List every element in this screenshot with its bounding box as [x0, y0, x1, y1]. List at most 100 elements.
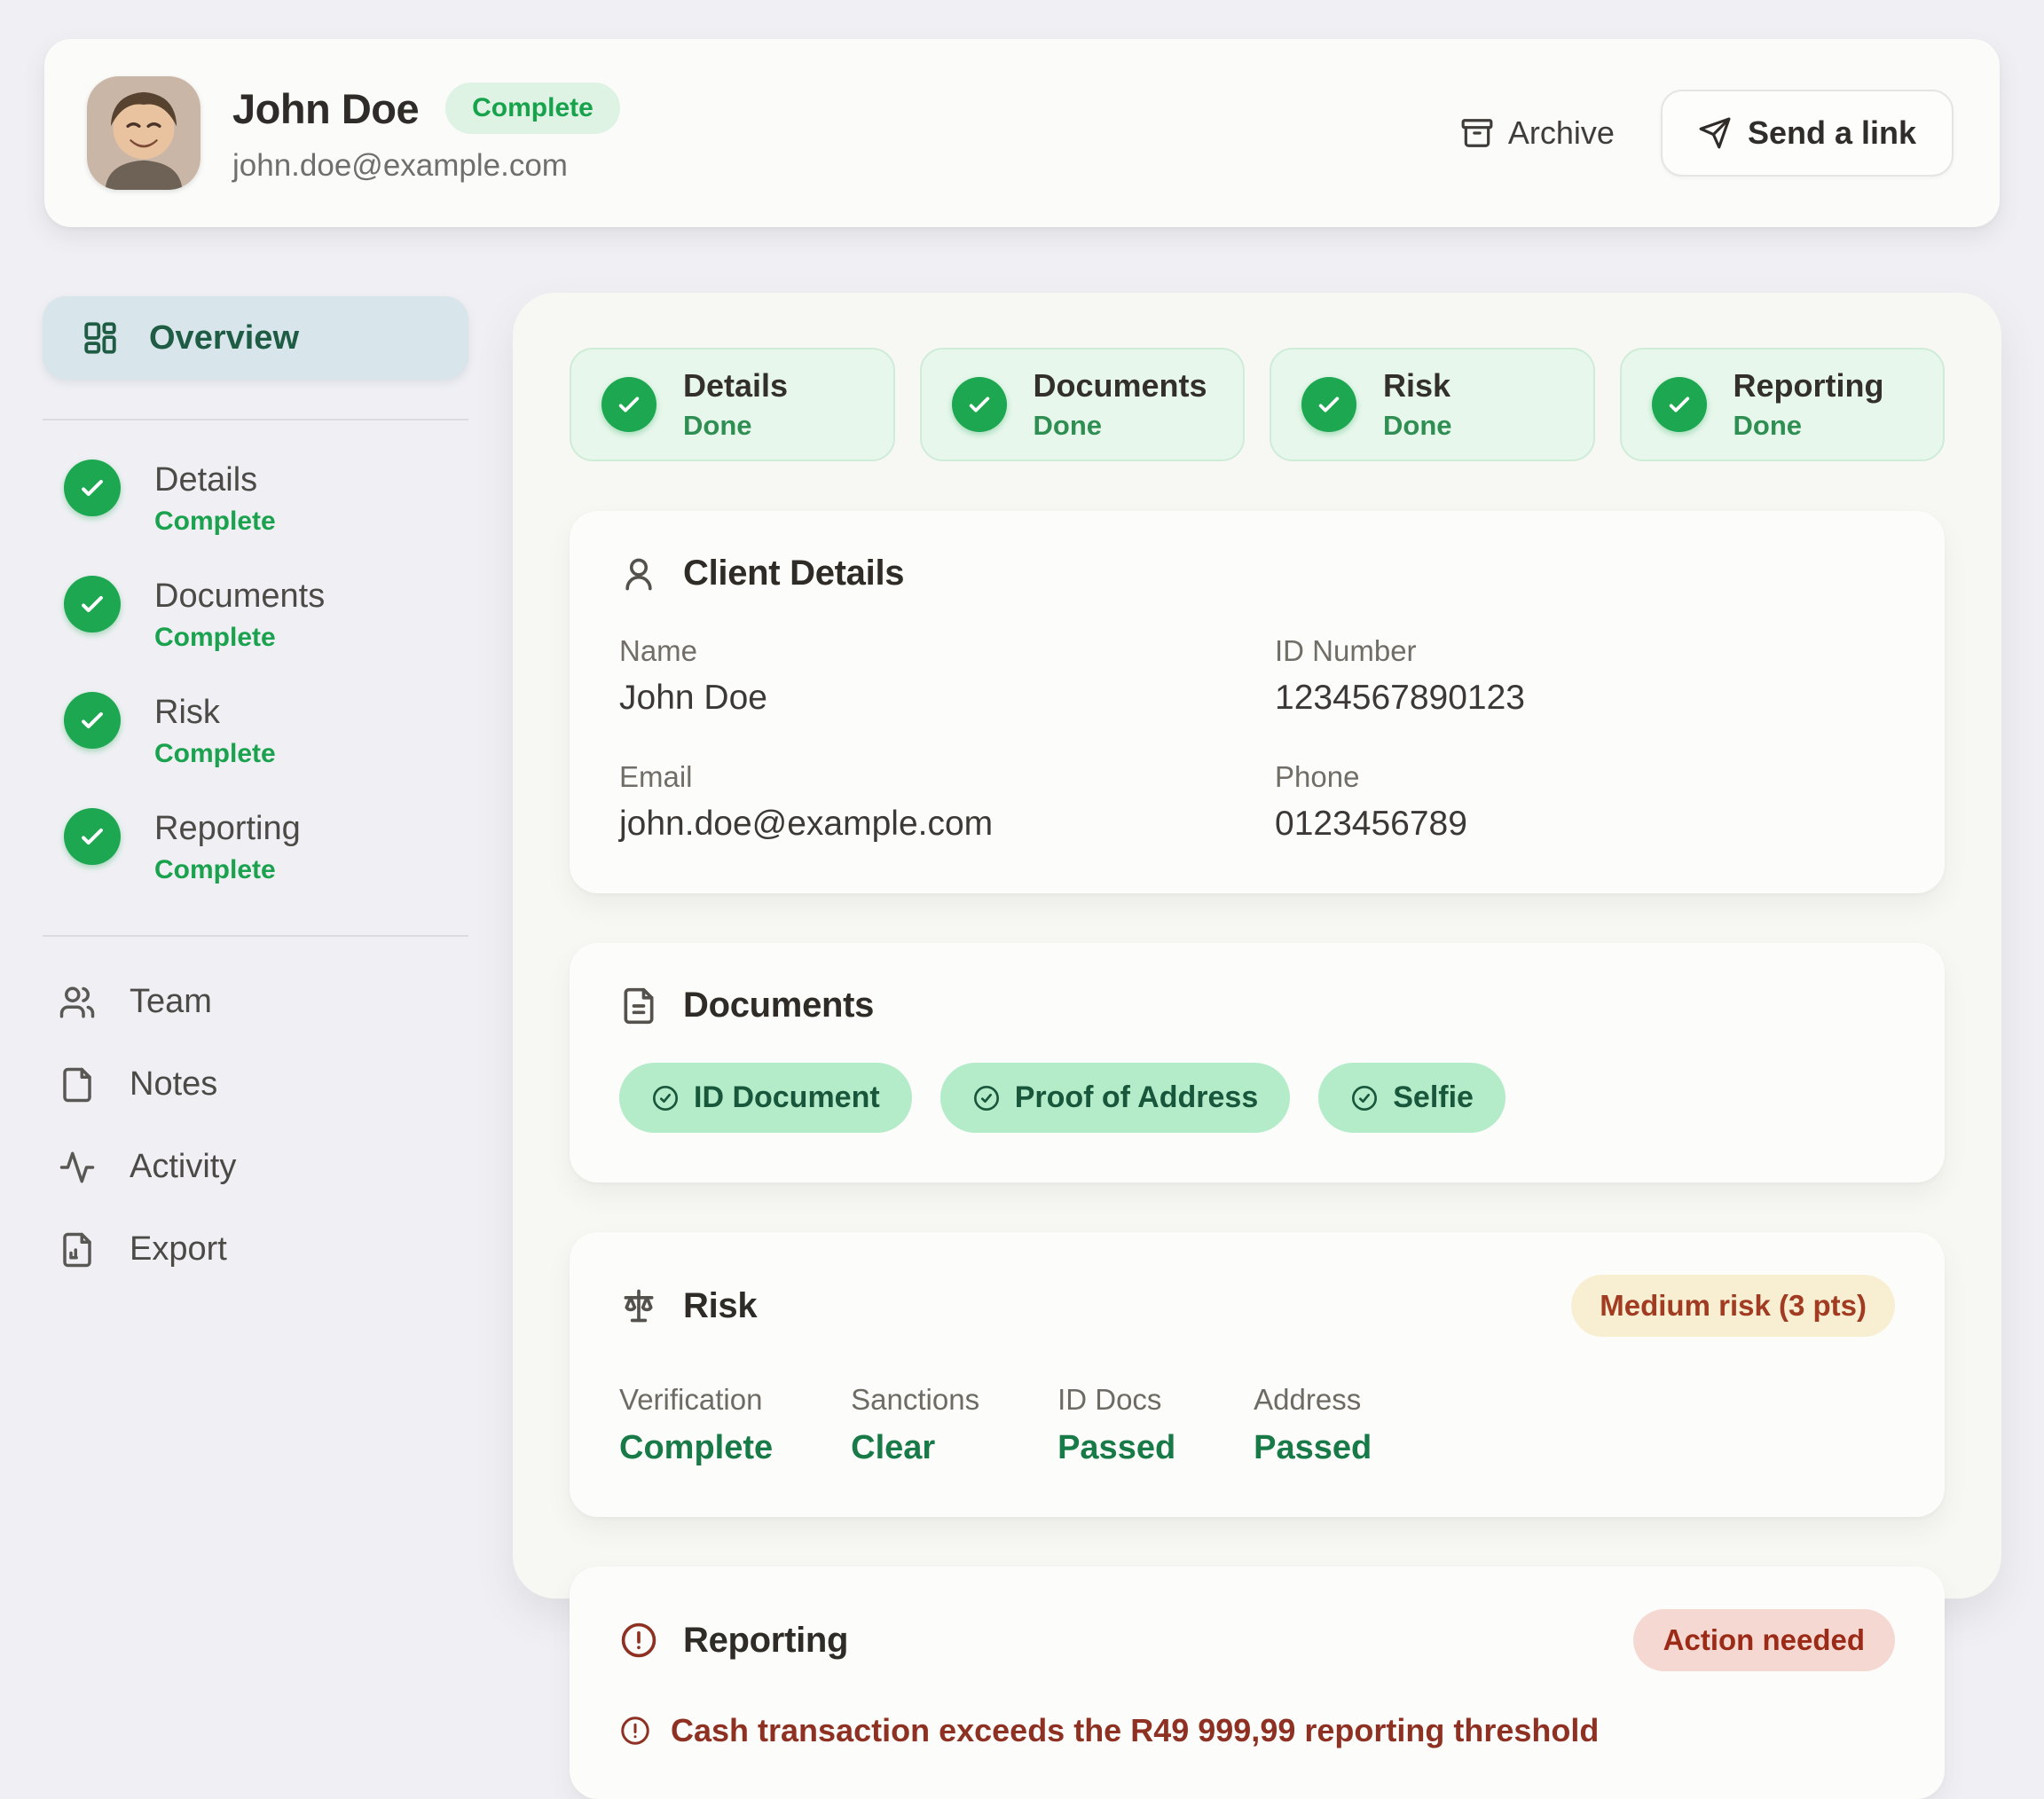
field-label: Phone	[1275, 760, 1895, 794]
metric-label: Sanctions	[851, 1383, 979, 1417]
status-card-title: Documents	[1034, 367, 1207, 405]
document-pill-label: ID Document	[694, 1080, 880, 1115]
status-card-details[interactable]: Details Done	[570, 348, 895, 461]
action-needed-badge: Action needed	[1633, 1609, 1895, 1671]
check-circle-icon	[1301, 377, 1356, 432]
field-name: Name John Doe	[619, 634, 1239, 718]
sidebar-item-export-label: Export	[130, 1230, 227, 1269]
field-label: ID Number	[1275, 634, 1895, 668]
client-email: john.doe@example.com	[232, 148, 620, 184]
status-card-risk[interactable]: Risk Done	[1270, 348, 1595, 461]
activity-pulse-icon	[59, 1149, 96, 1186]
metric-value: Complete	[619, 1429, 773, 1467]
status-card-state: Done	[1034, 410, 1207, 442]
file-icon	[59, 1066, 96, 1104]
users-icon	[59, 984, 96, 1021]
field-id-number: ID Number 1234567890123	[1275, 634, 1895, 718]
sidebar-step-details[interactable]: Details Complete	[64, 460, 468, 537]
sidebar-item-activity-label: Activity	[130, 1148, 236, 1186]
metric-sanctions: Sanctions Clear	[851, 1383, 979, 1467]
metric-verification: Verification Complete	[619, 1383, 773, 1467]
avatar	[87, 76, 200, 190]
check-circle-outline-icon	[1350, 1084, 1379, 1112]
metric-id-docs: ID Docs Passed	[1057, 1383, 1175, 1467]
field-value: 0123456789	[1275, 805, 1895, 844]
status-card-state: Done	[683, 410, 788, 442]
document-pill-proof-of-address[interactable]: Proof of Address	[940, 1063, 1291, 1133]
field-value: 1234567890123	[1275, 679, 1895, 718]
metric-value: Passed	[1254, 1429, 1372, 1467]
alert-circle-icon	[619, 1621, 658, 1660]
file-export-icon	[59, 1231, 96, 1269]
sidebar-divider	[43, 419, 468, 420]
file-text-icon	[619, 986, 658, 1025]
check-circle-icon	[64, 460, 121, 516]
metric-label: Verification	[619, 1383, 773, 1417]
check-circle-icon	[64, 808, 121, 865]
sidebar: Overview Details Complete Documents Comp…	[43, 296, 468, 1269]
field-label: Email	[619, 760, 1239, 794]
status-card-state: Done	[1383, 410, 1452, 442]
document-pill-selfie[interactable]: Selfie	[1318, 1063, 1505, 1133]
status-card-title: Risk	[1383, 367, 1452, 405]
check-circle-icon	[952, 377, 1007, 432]
documents-card: Documents ID Document Proof of Address	[570, 943, 1945, 1182]
send-link-button-label: Send a link	[1748, 114, 1916, 152]
check-circle-icon	[1652, 377, 1707, 432]
metric-address: Address Passed	[1254, 1383, 1372, 1467]
sidebar-item-activity[interactable]: Activity	[59, 1148, 468, 1186]
client-details-title: Client Details	[683, 554, 904, 593]
field-email: Email john.doe@example.com	[619, 760, 1239, 844]
send-icon	[1698, 116, 1732, 150]
check-circle-outline-icon	[972, 1084, 1001, 1112]
client-header: John Doe Complete john.doe@example.com A…	[44, 39, 2000, 227]
reporting-title: Reporting	[683, 1621, 848, 1661]
alert-circle-icon	[619, 1715, 651, 1747]
sidebar-item-team[interactable]: Team	[59, 983, 468, 1021]
field-label: Name	[619, 634, 1239, 668]
archive-icon	[1460, 116, 1494, 150]
sidebar-step-documents[interactable]: Documents Complete	[64, 576, 468, 653]
check-circle-icon	[64, 576, 121, 632]
status-summary-row: Details Done Documents Done Risk Done	[570, 348, 1945, 461]
sidebar-item-export[interactable]: Export	[59, 1230, 468, 1269]
status-card-documents[interactable]: Documents Done	[920, 348, 1246, 461]
reporting-card: Reporting Action needed Cash transaction…	[570, 1567, 1945, 1799]
sidebar-divider	[43, 935, 468, 937]
check-circle-icon	[64, 692, 121, 749]
field-value: john.doe@example.com	[619, 805, 1239, 844]
sidebar-item-notes[interactable]: Notes	[59, 1065, 468, 1104]
status-badge: Complete	[445, 82, 620, 134]
field-value: John Doe	[619, 679, 1239, 718]
sidebar-item-overview[interactable]: Overview	[43, 296, 468, 380]
sidebar-item-notes-label: Notes	[130, 1065, 217, 1104]
status-card-title: Details	[683, 367, 788, 405]
sidebar-step-risk[interactable]: Risk Complete	[64, 692, 468, 769]
dashboard-grid-icon	[82, 319, 119, 357]
status-card-state: Done	[1733, 410, 1884, 442]
step-status: Complete	[154, 855, 301, 885]
step-status: Complete	[154, 507, 276, 537]
archive-button-label: Archive	[1508, 114, 1615, 152]
check-circle-icon	[601, 377, 656, 432]
risk-card: Risk Medium risk (3 pts) Verification Co…	[570, 1232, 1945, 1517]
step-status: Complete	[154, 739, 276, 769]
risk-level-badge: Medium risk (3 pts)	[1571, 1275, 1895, 1337]
step-label: Documents	[154, 577, 325, 616]
documents-title: Documents	[683, 986, 874, 1025]
step-label: Risk	[154, 694, 276, 732]
user-icon	[619, 554, 658, 593]
sidebar-item-team-label: Team	[130, 983, 212, 1021]
status-card-reporting[interactable]: Reporting Done	[1620, 348, 1946, 461]
scale-icon	[619, 1286, 658, 1325]
sidebar-step-reporting[interactable]: Reporting Complete	[64, 808, 468, 885]
reporting-warning-text: Cash transaction exceeds the R49 999,99 …	[671, 1712, 1599, 1749]
document-pill-id-document[interactable]: ID Document	[619, 1063, 912, 1133]
archive-button[interactable]: Archive	[1460, 114, 1615, 152]
document-pill-label: Proof of Address	[1015, 1080, 1259, 1115]
metric-label: Address	[1254, 1383, 1372, 1417]
check-circle-outline-icon	[651, 1084, 680, 1112]
sidebar-item-overview-label: Overview	[149, 319, 299, 357]
send-link-button[interactable]: Send a link	[1661, 90, 1954, 177]
step-label: Details	[154, 461, 276, 499]
